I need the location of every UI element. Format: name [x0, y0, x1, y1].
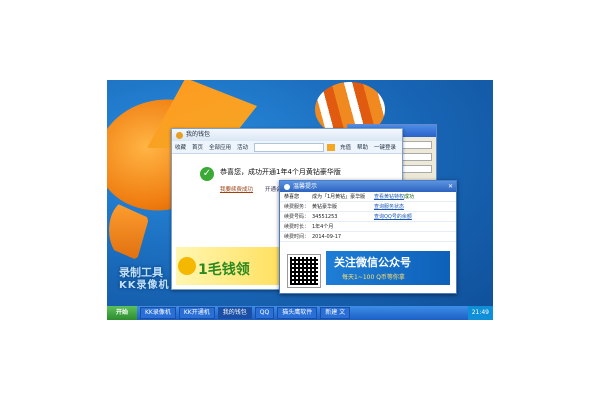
popup-row: 续费时间： 2014-09-17: [280, 232, 456, 242]
wechat-title: 关注微信公众号: [334, 256, 411, 269]
header-privilege-link[interactable]: 查看黄钻特权: [374, 193, 404, 200]
close-icon[interactable]: ✕: [448, 181, 453, 192]
success-message: 恭喜您，成功开通1年4个月黄钻豪华版: [220, 168, 341, 176]
wallet-navbar: 收藏 首页 全部应用 活动 充值 帮助 一键登录: [172, 141, 402, 154]
nav-login[interactable]: 一键登录: [374, 143, 396, 151]
watermark-line1: 录制工具: [119, 266, 163, 279]
popup-title: 温馨提示: [293, 183, 318, 190]
tip-popup: 温馨提示 ✕ 恭喜您 成为「1月黄钻」豪华版 查看黄钻特权 成功 续费服务： 黄…: [279, 180, 457, 294]
nav-activity[interactable]: 活动: [237, 143, 248, 151]
address-bar[interactable]: [254, 142, 324, 152]
row-link[interactable]: 查询服务状态: [374, 203, 404, 210]
taskbar: 开始 KK录像机 KK开通机 我的钱包 QQ 猫头鹰软件 新建 文 21:49: [107, 306, 493, 320]
success-check-icon: ✓: [200, 167, 214, 181]
popup-header-row: 恭喜您 成为「1月黄钻」豪华版 查看黄钻特权 成功: [280, 192, 456, 202]
wallet-title: 我的钱包: [186, 131, 211, 138]
nav-favorites[interactable]: 收藏: [175, 143, 186, 151]
row-key: 续费号码：: [284, 214, 310, 220]
desktop-screen: 录制工具 KK录像机 我的钱包 收藏 首页 全部应用 活动 充值 帮助 一键登录…: [107, 80, 493, 320]
renew-link[interactable]: 我要续费成功: [220, 185, 253, 193]
watermark-line2: KK录像机: [119, 280, 170, 291]
taskbar-item[interactable]: 新建 文: [320, 307, 351, 319]
row-value: 34551253: [312, 213, 338, 220]
header-key: 恭喜您: [284, 194, 300, 200]
popup-row: 续费时长： 1年4个月: [280, 222, 456, 232]
go-button[interactable]: [326, 143, 335, 151]
row-value: 2014-09-17: [312, 233, 342, 240]
nav-home[interactable]: 首页: [192, 143, 203, 151]
nav-help[interactable]: 帮助: [357, 143, 368, 151]
promo-banner-text: 1毛钱领: [198, 262, 250, 278]
system-tray-clock[interactable]: 21:49: [467, 306, 493, 320]
taskbar-item[interactable]: QQ: [254, 307, 275, 319]
header-value: 成为「1月黄钻」豪华版: [312, 194, 366, 200]
popup-icon: [284, 183, 290, 190]
popup-row: 续费服务： 黄钻豪华版 查询服务状态: [280, 202, 456, 212]
row-value: 1年4个月: [312, 224, 334, 230]
wechat-subtitle: 每天1~100 Q币等你拿: [342, 274, 405, 281]
coin-icon: [178, 257, 196, 275]
success-links: 我要续费成功 开通会员: [220, 185, 287, 193]
row-key: 续费时间：: [284, 234, 310, 240]
row-value: 黄钻豪华版: [312, 204, 338, 210]
row-key: 续费服务：: [284, 204, 310, 210]
popup-row: 续费号码： 34551253 查询QQ号的余额: [280, 212, 456, 222]
promo-banner[interactable]: 1毛钱领: [176, 247, 280, 285]
nav-all-apps[interactable]: 全部应用: [209, 143, 231, 151]
recorder-watermark: 录制工具 KK录像机: [119, 266, 170, 292]
taskbar-item[interactable]: 猫头鹰软件: [277, 307, 318, 319]
wechat-banner[interactable]: 关注微信公众号 每天1~100 Q币等你拿: [326, 251, 450, 285]
taskbar-item-active[interactable]: 我的钱包: [217, 307, 252, 319]
row-link[interactable]: 查询QQ号的余额: [374, 213, 412, 220]
nav-recharge[interactable]: 充值: [340, 143, 351, 151]
taskbar-item[interactable]: KK开通机: [178, 307, 215, 319]
taskbar-item[interactable]: KK录像机: [140, 307, 176, 319]
row-key: 续费时长：: [284, 224, 310, 230]
qr-code: [287, 254, 321, 288]
wallet-icon: [176, 131, 183, 139]
popup-titlebar[interactable]: 温馨提示 ✕: [280, 181, 456, 192]
start-button[interactable]: 开始: [107, 306, 137, 320]
header-status: 成功: [404, 194, 415, 200]
wallet-titlebar[interactable]: 我的钱包: [172, 129, 402, 141]
